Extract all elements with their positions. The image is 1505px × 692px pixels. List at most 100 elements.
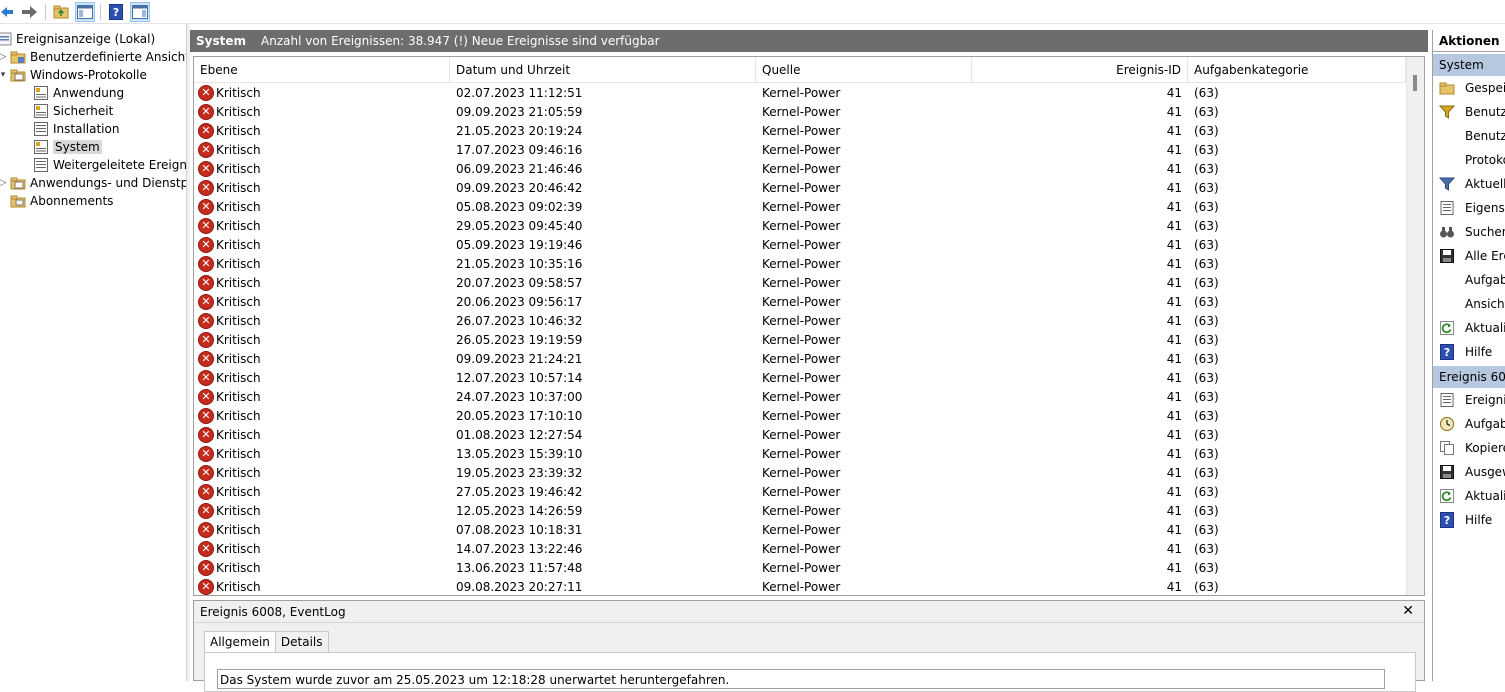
- cell-source: Kernel-Power: [756, 197, 972, 216]
- table-row[interactable]: ✕ Kritisch 06.09.2023 21:46:46 Kernel-Power…: [194, 159, 1406, 178]
- action-label: Ausgewählte Ereignisse speichern...: [1465, 465, 1505, 479]
- tree-item-system[interactable]: System: [33, 138, 102, 156]
- table-row[interactable]: ✕ Kritisch 02.07.2023 11:12:51 Kernel-Power…: [194, 83, 1406, 102]
- table-row[interactable]: ✕ Kritisch 20.07.2023 09:58:57 Kernel-Power…: [194, 273, 1406, 292]
- vertical-scrollbar[interactable]: [1406, 57, 1424, 595]
- action-item[interactable]: ? Hilfe: [1433, 508, 1505, 532]
- table-row[interactable]: ✕ Kritisch 07.08.2023 10:18:31 Kernel-Power…: [194, 520, 1406, 539]
- action-item[interactable]: Aufgabe an dieses Ereignis anfügen...: [1433, 412, 1505, 436]
- table-row[interactable]: ✕ Kritisch 01.08.2023 12:27:54 Kernel-Power…: [194, 425, 1406, 444]
- actions-section-system[interactable]: System: [1433, 54, 1505, 76]
- action-item[interactable]: ? Hilfe: [1433, 340, 1505, 364]
- table-row[interactable]: ✕ Kritisch 21.05.2023 10:35:16 Kernel-Power…: [194, 254, 1406, 273]
- action-item[interactable]: Protokoll löschen...: [1433, 148, 1505, 172]
- tree-item-application[interactable]: Anwendung: [33, 84, 124, 102]
- tree-item-apps-services[interactable]: ▷ Anwendungs- und Dienstprotokolle: [0, 174, 186, 192]
- column-header-event-id[interactable]: Ereignis-ID: [972, 57, 1188, 83]
- table-row[interactable]: ✕ Kritisch 09.08.2023 20:27:11 Kernel-Power…: [194, 577, 1406, 595]
- cell-text: Kernel-Power: [762, 256, 841, 271]
- tree-item-security[interactable]: Sicherheit: [33, 102, 113, 120]
- action-item[interactable]: Suchen...: [1433, 220, 1505, 244]
- cell-text: (63): [1194, 560, 1219, 575]
- action-item[interactable]: Aktuelles Protokoll filtern...: [1433, 172, 1505, 196]
- action-item[interactable]: Benutzerdefinierte Ansicht importieren..…: [1433, 124, 1505, 148]
- tree-item-setup[interactable]: Installation: [33, 120, 119, 138]
- action-pane-toggle[interactable]: [130, 1, 150, 22]
- action-item[interactable]: Gespeicherte Protokolldatei öffnen...: [1433, 76, 1505, 100]
- forward-button[interactable]: [18, 1, 40, 23]
- table-row[interactable]: ✕ Kritisch 09.09.2023 21:05:59 Kernel-Power…: [194, 102, 1406, 121]
- up-folder-button[interactable]: [51, 2, 71, 22]
- table-row[interactable]: ✕ Kritisch 17.07.2023 09:46:16 Kernel-Power…: [194, 140, 1406, 159]
- table-row[interactable]: ✕ Kritisch 13.06.2023 11:57:48 Kernel-Power…: [194, 558, 1406, 577]
- column-header-source[interactable]: Quelle: [756, 57, 972, 83]
- cell-text: 02.07.2023 11:12:51: [456, 85, 583, 100]
- event-description[interactable]: Das System wurde zuvor am 25.05.2023 um …: [217, 669, 1385, 689]
- subscriptions-icon: [10, 195, 26, 208]
- table-row[interactable]: ✕ Kritisch 05.09.2023 19:19:46 Kernel-Power…: [194, 235, 1406, 254]
- cell-text: Kernel-Power: [762, 180, 841, 195]
- log-icon: [34, 86, 48, 100]
- column-header-level[interactable]: Ebene ⌃: [194, 57, 450, 83]
- tree-item-forwarded[interactable]: Weitergeleitete Ereignisse: [33, 156, 186, 174]
- expand-arrow-icon[interactable]: ▷: [0, 52, 8, 62]
- column-label: Datum und Uhrzeit: [456, 63, 571, 77]
- action-item[interactable]: Aktualisieren: [1433, 484, 1505, 508]
- expand-arrow-icon[interactable]: ▷: [0, 178, 8, 188]
- table-row[interactable]: ✕ Kritisch 26.07.2023 10:46:32 Kernel-Power…: [194, 311, 1406, 330]
- action-item[interactable]: Benutzerdefinierte Ansicht erstellen...: [1433, 100, 1505, 124]
- action-item[interactable]: Eigenschaften: [1433, 196, 1505, 220]
- cell-source: Kernel-Power: [756, 102, 972, 121]
- table-row[interactable]: ✕ Kritisch 13.05.2023 15:39:10 Kernel-Power…: [194, 444, 1406, 463]
- cell-text: 41: [1166, 484, 1182, 499]
- action-item[interactable]: Kopieren: [1433, 436, 1505, 460]
- action-item[interactable]: Aufgabe an dieses Protokoll anfügen...: [1433, 268, 1505, 292]
- cell-level: ✕ Kritisch: [194, 178, 450, 197]
- action-item[interactable]: Alle Ereignisse speichern unter...: [1433, 244, 1505, 268]
- action-item[interactable]: Aktualisieren: [1433, 316, 1505, 340]
- cell-event-id: 41: [972, 577, 1188, 595]
- table-row[interactable]: ✕ Kritisch 27.05.2023 19:46:42 Kernel-Power…: [194, 482, 1406, 501]
- filter-icon: [1438, 104, 1456, 120]
- column-header-task-category[interactable]: Aufgabenkategorie: [1188, 57, 1406, 83]
- cell-date: 26.05.2023 19:19:59: [450, 330, 756, 349]
- table-row[interactable]: ✕ Kritisch 12.05.2023 14:26:59 Kernel-Power…: [194, 501, 1406, 520]
- table-row[interactable]: ✕ Kritisch 24.07.2023 10:37:00 Kernel-Power…: [194, 387, 1406, 406]
- toolbar-separator: [45, 3, 46, 20]
- cell-task-category: (63): [1188, 463, 1406, 482]
- tab-details[interactable]: Details: [274, 631, 329, 653]
- pane-splitter[interactable]: [186, 24, 190, 681]
- critical-error-icon: ✕: [198, 388, 214, 405]
- action-item[interactable]: Ausgewählte Ereignisse speichern...: [1433, 460, 1505, 484]
- collapse-arrow-icon[interactable]: ▾: [0, 70, 8, 80]
- table-row[interactable]: ✕ Kritisch 09.09.2023 20:46:42 Kernel-Power…: [194, 178, 1406, 197]
- table-row[interactable]: ✕ Kritisch 20.05.2023 17:10:10 Kernel-Power…: [194, 406, 1406, 425]
- table-row[interactable]: ✕ Kritisch 20.06.2023 09:56:17 Kernel-Power…: [194, 292, 1406, 311]
- help-button[interactable]: ?: [106, 2, 126, 22]
- action-label: Alle Ereignisse speichern unter...: [1465, 249, 1505, 263]
- actions-section-event[interactable]: Ereignis 6008, EventLog: [1433, 366, 1505, 388]
- table-row[interactable]: ✕ Kritisch 19.05.2023 23:39:32 Kernel-Power…: [194, 463, 1406, 482]
- table-row[interactable]: ✕ Kritisch 14.07.2023 13:22:46 Kernel-Power…: [194, 539, 1406, 558]
- action-item[interactable]: Ansicht: [1433, 292, 1505, 316]
- table-row[interactable]: ✕ Kritisch 29.05.2023 09:45:40 Kernel-Power…: [194, 216, 1406, 235]
- table-row[interactable]: ✕ Kritisch 05.08.2023 09:02:39 Kernel-Power…: [194, 197, 1406, 216]
- column-header-date[interactable]: Datum und Uhrzeit: [450, 57, 756, 83]
- console-tree-toggle[interactable]: [75, 1, 95, 22]
- back-button[interactable]: [0, 1, 14, 23]
- action-item[interactable]: Ereigniseigenschaften: [1433, 388, 1505, 412]
- tree-item-subscriptions[interactable]: Abonnements: [10, 192, 113, 210]
- table-row[interactable]: ✕ Kritisch 21.05.2023 20:19:24 Kernel-Power…: [194, 121, 1406, 140]
- event-table: Ebene ⌃ Datum und Uhrzeit Quelle Ereigni…: [193, 56, 1425, 596]
- tree-item-root[interactable]: Ereignisanzeige (Lokal): [0, 30, 155, 48]
- scrollbar-thumb[interactable]: [1413, 75, 1417, 91]
- table-row[interactable]: ✕ Kritisch 09.09.2023 21:24:21 Kernel-Power…: [194, 349, 1406, 368]
- close-icon[interactable]: ✕: [1402, 603, 1414, 619]
- table-row[interactable]: ✕ Kritisch 12.07.2023 10:57:14 Kernel-Power…: [194, 368, 1406, 387]
- copy-icon: [1439, 440, 1455, 456]
- tree-item-custom-views[interactable]: ▷ Benutzerdefinierte Ansichten: [0, 48, 186, 66]
- tree-item-windows-logs[interactable]: ▾ Windows-Protokolle: [0, 66, 147, 84]
- table-row[interactable]: ✕ Kritisch 26.05.2023 19:19:59 Kernel-Power…: [194, 330, 1406, 349]
- critical-error-icon: ✕: [198, 407, 214, 424]
- tab-general[interactable]: Allgemein: [204, 631, 276, 653]
